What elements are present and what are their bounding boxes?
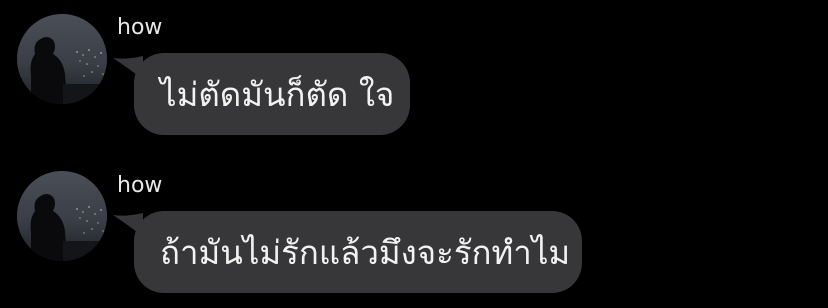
profile-photo-icon bbox=[17, 14, 107, 104]
sender-avatar[interactable] bbox=[17, 14, 107, 104]
message-bubble[interactable]: ไม่ตัดมันก็ตัด ใจ bbox=[134, 53, 410, 135]
message-text: ไม่ตัดมันก็ตัด ใจ bbox=[160, 74, 395, 114]
message-text: ถ้ามันไม่รักแล้วมึงจะรักทำไม bbox=[160, 232, 571, 272]
sender-name[interactable]: how bbox=[117, 17, 162, 39]
profile-photo-icon bbox=[17, 171, 107, 261]
message-bubble[interactable]: ถ้ามันไม่รักแล้วมึงจะรักทำไม bbox=[134, 211, 582, 293]
sender-avatar[interactable] bbox=[17, 171, 107, 261]
sender-name[interactable]: how bbox=[117, 175, 162, 197]
